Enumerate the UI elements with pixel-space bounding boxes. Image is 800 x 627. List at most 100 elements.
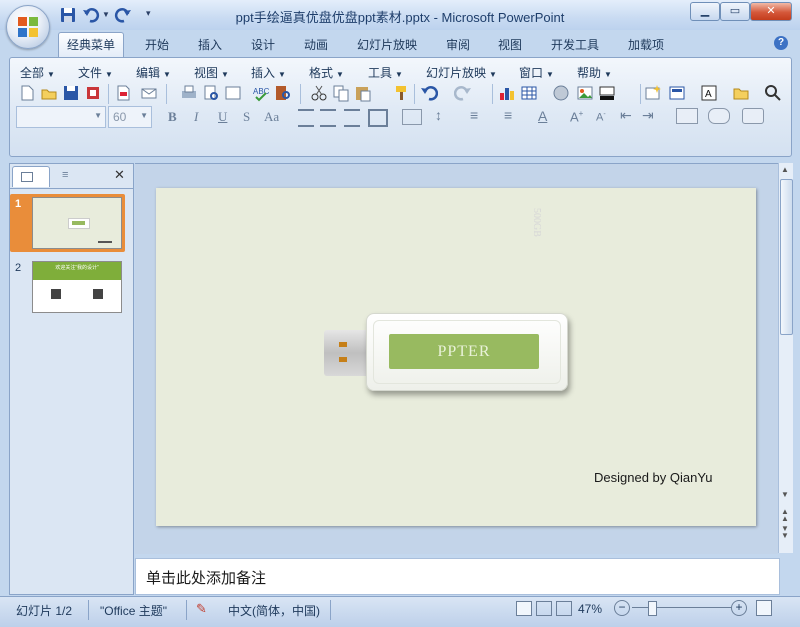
line-spacing-icon[interactable]: ↕ [435, 107, 442, 123]
email-icon[interactable] [140, 84, 158, 102]
undo-icon[interactable] [420, 84, 439, 102]
format-painter-icon[interactable] [392, 84, 410, 102]
close-pane-icon[interactable]: ✕ [114, 167, 125, 183]
office-button[interactable] [6, 5, 50, 49]
tab-view[interactable]: 视图 [498, 36, 522, 56]
decrease-indent-icon[interactable]: ⇤ [620, 107, 632, 124]
shadow-icon[interactable]: S [243, 109, 250, 125]
save-icon[interactable] [62, 84, 80, 102]
shrink-font-icon[interactable]: A- [596, 111, 606, 124]
tab-slideshow[interactable]: 幻灯片放映 [357, 36, 417, 56]
bold-icon[interactable]: B [168, 109, 177, 125]
tab-classic-menu[interactable]: 经典菜单 [58, 32, 125, 57]
menu-edit[interactable]: 编辑 ▼ [136, 64, 171, 81]
increase-indent-icon[interactable]: ⇥ [642, 107, 654, 124]
fit-to-window-icon[interactable] [756, 600, 772, 616]
undo-dropdown-icon[interactable]: ▼ [102, 10, 110, 19]
tab-home[interactable]: 开始 [145, 36, 169, 56]
scroll-thumb[interactable] [780, 179, 793, 335]
fill-color-icon[interactable] [598, 84, 616, 102]
zoom-slider[interactable] [632, 607, 732, 608]
tab-addins[interactable]: 加载项 [628, 36, 664, 56]
tab-slides[interactable] [12, 166, 50, 187]
folder-icon[interactable] [732, 84, 750, 102]
search-icon[interactable] [764, 84, 782, 102]
minimize-button[interactable]: ▁ [690, 2, 720, 21]
redo-icon[interactable] [453, 84, 472, 102]
align-center-icon[interactable] [320, 109, 336, 127]
tab-animation[interactable]: 动画 [304, 36, 328, 56]
align-left-icon[interactable] [298, 109, 314, 127]
undo-icon[interactable] [82, 7, 100, 25]
menu-view[interactable]: 视图 ▼ [194, 64, 229, 81]
research-icon[interactable] [274, 84, 292, 102]
slide-thumb-selected[interactable]: 1 [10, 194, 125, 252]
print-preview-icon[interactable] [202, 84, 220, 102]
copy-icon[interactable] [332, 84, 350, 102]
menu-slideshow[interactable]: 幻灯片放映 ▼ [426, 64, 497, 81]
notes-pane[interactable]: 单击此处添加备注 [135, 558, 780, 595]
cut-icon[interactable] [310, 84, 328, 102]
close-button[interactable]: ✕ [750, 2, 792, 21]
grow-font-icon[interactable]: A+ [570, 109, 583, 124]
insert-clipart-icon[interactable] [552, 84, 570, 102]
numbering-icon[interactable]: ≡ [470, 107, 478, 123]
slideshow-view-icon[interactable] [556, 601, 572, 616]
export-pdf-icon[interactable] [114, 84, 132, 102]
zoom-out-icon[interactable]: − [614, 600, 630, 616]
slide-layout-icon[interactable] [224, 84, 242, 102]
tab-design[interactable]: 设计 [251, 36, 275, 56]
shapes-icon[interactable] [708, 108, 730, 124]
insert-chart-icon[interactable] [498, 84, 516, 102]
permission-icon[interactable] [84, 84, 102, 102]
layout-icon[interactable] [668, 84, 686, 102]
previous-slide-icon[interactable]: ▲ ▲ [781, 508, 789, 523]
bullets-icon[interactable]: ≡ [504, 107, 512, 123]
menu-format[interactable]: 格式 ▼ [309, 64, 344, 81]
menu-all[interactable]: 全部 ▼ [20, 64, 55, 81]
tab-developer[interactable]: 开发工具 [551, 36, 599, 56]
slide-canvas[interactable]: PPTER 500GB Designed by QianYu [156, 188, 756, 526]
customize-icon[interactable]: ▾ [146, 8, 151, 19]
font-name-combo[interactable]: ▼ [16, 106, 106, 128]
redo-icon[interactable] [114, 7, 132, 25]
tab-insert[interactable]: 插入 [198, 36, 222, 56]
zoom-in-icon[interactable]: + [731, 600, 747, 616]
arrange-icon[interactable] [676, 108, 698, 124]
font-size-combo[interactable]: 60 ▼ [108, 106, 152, 128]
menu-window[interactable]: 窗口 ▼ [519, 64, 554, 81]
scroll-up-icon[interactable]: ▲ [781, 165, 789, 174]
next-slide-icon[interactable]: ▼ ▼ [781, 525, 789, 540]
vertical-scrollbar[interactable]: ▲ ▼ ▲ ▲ ▼ ▼ [778, 163, 793, 553]
justify-icon[interactable] [368, 109, 388, 127]
tab-review[interactable]: 审阅 [446, 36, 470, 56]
spelling-check-icon[interactable]: ✎ [196, 601, 207, 617]
zoom-level[interactable]: 47% [578, 602, 602, 616]
menu-insert[interactable]: 插入 ▼ [251, 64, 286, 81]
slide-sorter-icon[interactable] [536, 601, 552, 616]
quick-styles-icon[interactable] [742, 108, 764, 124]
scroll-down-icon[interactable]: ▼ [781, 490, 789, 499]
columns-icon[interactable] [402, 109, 422, 125]
print-icon[interactable] [180, 84, 198, 102]
maximize-button[interactable]: ▭ [720, 2, 750, 21]
insert-picture-icon[interactable] [576, 84, 594, 102]
menu-help[interactable]: 帮助 ▼ [577, 64, 612, 81]
align-right-icon[interactable] [344, 109, 360, 127]
change-case-icon[interactable]: Aa [264, 109, 279, 125]
help-icon[interactable]: ? [774, 36, 788, 50]
save-icon[interactable] [60, 7, 78, 25]
textbox-icon[interactable]: A [700, 84, 718, 102]
paste-icon[interactable] [354, 84, 372, 102]
tab-outline[interactable]: ≡ [50, 166, 94, 186]
menu-tools[interactable]: 工具 ▼ [368, 64, 403, 81]
normal-view-icon[interactable] [516, 601, 532, 616]
font-color-icon[interactable]: A [538, 108, 547, 124]
slide-thumb-item[interactable]: 2 欢迎关注“我的设计” [10, 258, 125, 316]
insert-table-icon[interactable] [520, 84, 538, 102]
underline-icon[interactable]: U [218, 109, 227, 125]
menu-file[interactable]: 文件 ▼ [78, 64, 113, 81]
new-icon[interactable] [18, 84, 36, 102]
zoom-slider-thumb[interactable] [648, 601, 657, 616]
italic-icon[interactable]: I [194, 109, 198, 125]
